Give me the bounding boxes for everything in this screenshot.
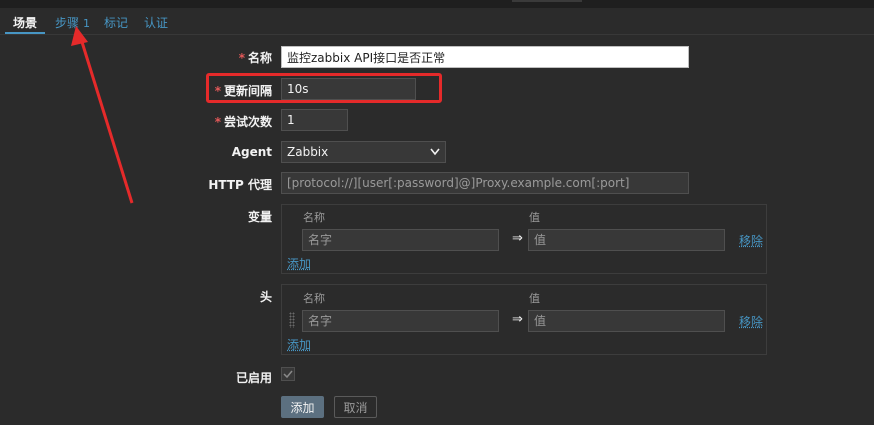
header-add-link[interactable]: 添加: [287, 336, 311, 353]
name-label: * 名称: [238, 51, 272, 65]
variable-remove-link[interactable]: 移除: [739, 232, 763, 249]
agent-select[interactable]: Zabbix: [281, 141, 446, 163]
enabled-checkbox[interactable]: [281, 367, 295, 381]
steps-count-badge: 1: [83, 17, 91, 30]
arrow-right-icon: ⇒: [512, 231, 523, 246]
check-icon: [283, 370, 293, 379]
enabled-label: 已启用: [235, 371, 272, 385]
variables-panel: 名称 值 ⇒ 移除 添加: [281, 204, 767, 274]
arrow-right-icon: ⇒: [512, 312, 523, 327]
header-value-input[interactable]: [528, 310, 725, 332]
variables-col-value: 值: [529, 211, 540, 224]
tab-scenario[interactable]: 场景: [13, 14, 37, 31]
headers-col-value: 值: [529, 292, 540, 305]
cancel-button[interactable]: 取消: [334, 396, 377, 418]
headers-panel: 名称 值 ⇒ 移除 添加: [281, 284, 767, 355]
top-bar: [0, 0, 874, 8]
variables-col-name: 名称: [303, 211, 325, 224]
headers-label: 头: [259, 290, 272, 304]
header-name-input[interactable]: [302, 310, 499, 332]
drag-handle-icon[interactable]: [289, 312, 295, 328]
headers-col-name: 名称: [303, 292, 325, 305]
http-proxy-label: HTTP 代理: [208, 178, 272, 192]
agent-select-value: Zabbix: [287, 145, 329, 159]
tab-steps[interactable]: 步骤 1: [55, 14, 90, 31]
tab-steps-label: 步骤: [55, 16, 80, 30]
variable-add-link[interactable]: 添加: [287, 255, 311, 272]
header-remove-link[interactable]: 移除: [739, 313, 763, 330]
variables-label: 变量: [247, 210, 272, 224]
name-input[interactable]: [281, 46, 689, 68]
tab-tags[interactable]: 标记: [104, 14, 128, 31]
attempts-label: * 尝试次数: [214, 115, 272, 129]
agent-label: Agent: [231, 145, 272, 159]
variable-value-input[interactable]: [528, 229, 725, 251]
annotation-highlight-box: [206, 73, 442, 103]
http-proxy-input[interactable]: [281, 172, 689, 194]
add-button[interactable]: 添加: [281, 396, 324, 418]
chevron-down-icon: [430, 148, 440, 156]
tab-bar: 场景 步骤 1 标记 认证: [0, 8, 874, 35]
active-tab-indicator: [5, 32, 45, 34]
attempts-input[interactable]: [281, 109, 348, 131]
tab-authentication[interactable]: 认证: [144, 14, 168, 31]
variable-name-input[interactable]: [302, 229, 499, 251]
